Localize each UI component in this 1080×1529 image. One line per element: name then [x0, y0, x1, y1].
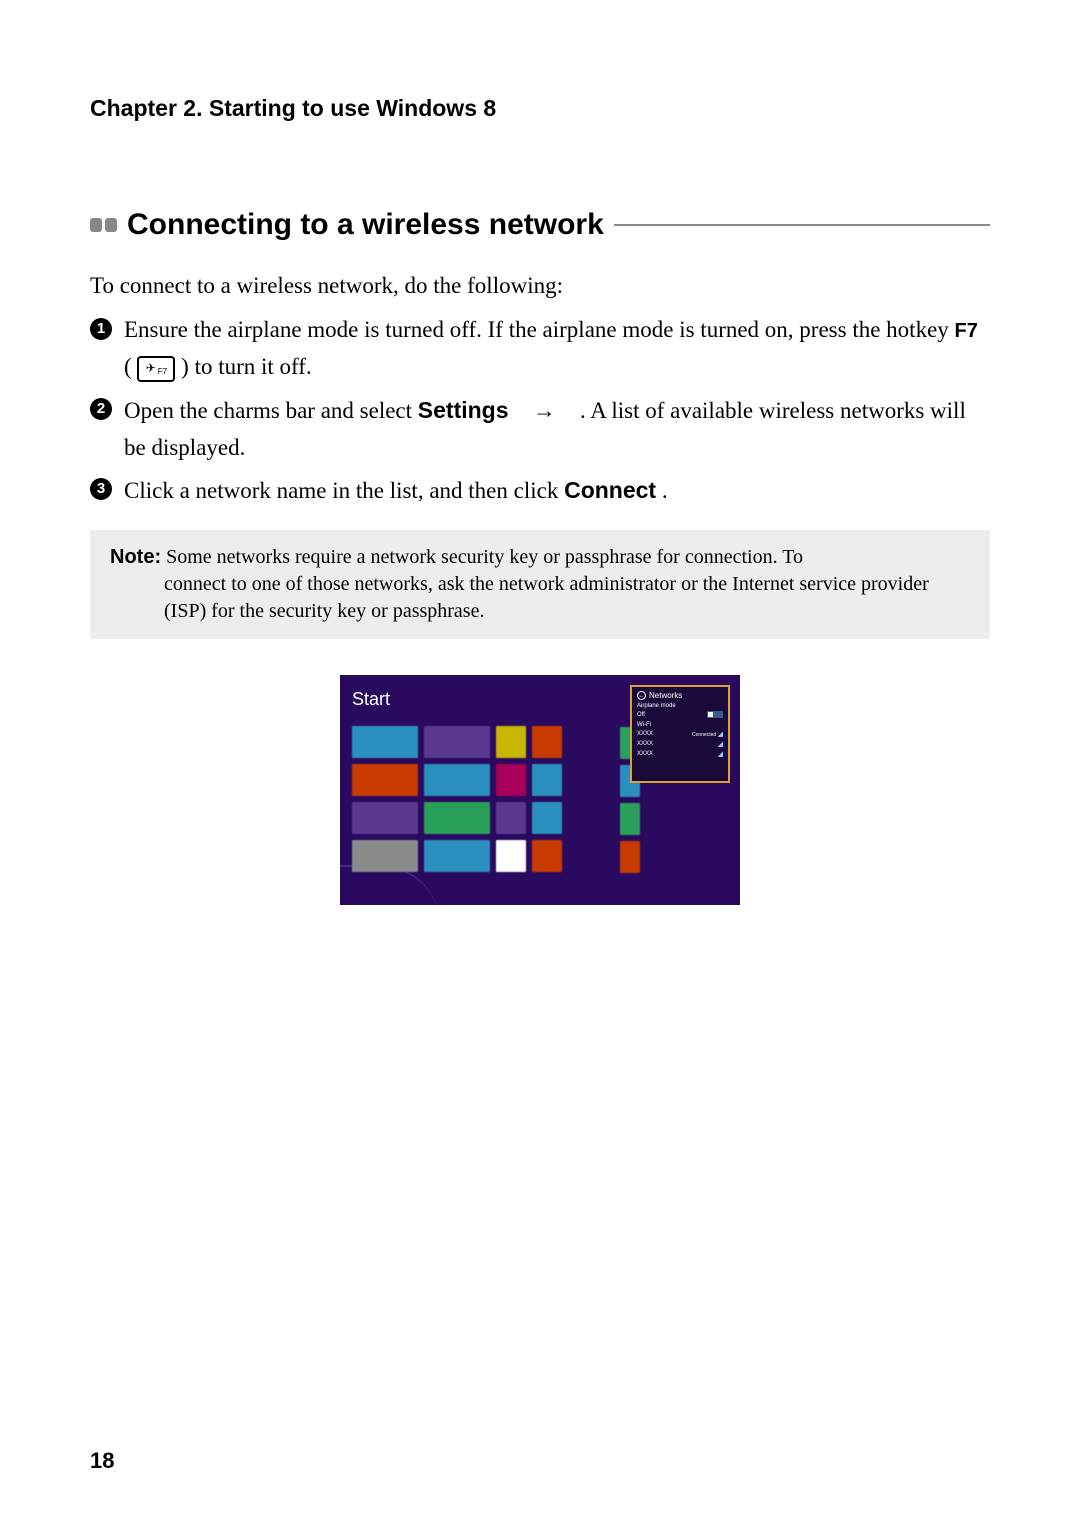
step-1-text-a: Ensure the airplane mode is turned off. …: [124, 317, 955, 342]
airplane-key-icon: ✈ F7: [137, 356, 175, 382]
airplane-mode-state: Off: [637, 712, 645, 718]
network-item: XXXX ◢: [637, 740, 723, 748]
step-list: 1 Ensure the airplane mode is turned off…: [90, 312, 990, 510]
airplane-toggle-icon: [707, 711, 723, 718]
start-tile: [424, 764, 490, 796]
step-1: 1 Ensure the airplane mode is turned off…: [90, 312, 990, 386]
note-text-first: Some networks require a network security…: [161, 546, 803, 568]
tile-row: [352, 840, 618, 872]
start-tile: [352, 764, 418, 796]
start-tile: [352, 840, 418, 872]
section-title: Connecting to a wireless network: [127, 208, 604, 242]
step-1-paren-open: (: [124, 354, 132, 379]
start-tile: [496, 802, 526, 834]
arrow-right-icon: →: [514, 393, 574, 430]
page-number: 18: [90, 1448, 114, 1474]
signal-icon: ◢: [718, 751, 723, 758]
start-tile: [424, 802, 490, 834]
section-rule: [614, 224, 990, 226]
step-1-text-c: ) to turn it off.: [181, 354, 312, 379]
key-fn-label: F7: [158, 366, 167, 379]
step-3-text-a: Click a network name in the list, and th…: [124, 478, 564, 503]
start-screen-label: Start: [352, 689, 618, 710]
networks-panel: ← Networks Airplane mode Off Wi-Fi XXXX C…: [630, 685, 730, 783]
start-tile: [496, 840, 526, 872]
hotkey-f7-label: F7: [955, 320, 978, 342]
start-tile: [532, 726, 562, 758]
tile-row: [352, 764, 618, 796]
back-arrow-icon: ←: [637, 691, 646, 700]
network-name: XXXX: [637, 751, 653, 757]
start-tile: [532, 764, 562, 796]
side-tile: [620, 841, 640, 873]
tile-row: [352, 802, 618, 834]
airplane-icon: ✈: [146, 359, 156, 378]
side-tile: [620, 803, 640, 835]
section-bullet-icon: [90, 218, 117, 232]
start-tile: [352, 726, 418, 758]
figure-wrap: Start ← Networks Airplane mode Off Wi-Fi…: [90, 675, 990, 905]
start-tile: [532, 802, 562, 834]
note-box: Note: Some networks require a network se…: [90, 530, 990, 639]
note-text-rest: connect to one of those networks, ask th…: [110, 571, 970, 625]
start-tile: [496, 726, 526, 758]
signal-icon: ◢: [718, 741, 723, 748]
networks-title: Networks: [649, 691, 682, 700]
windows8-start-screenshot: Start ← Networks Airplane mode Off Wi-Fi…: [340, 675, 740, 905]
note-label: Note:: [110, 546, 161, 568]
step-2-text-a: Open the charms bar and select: [124, 398, 418, 423]
airplane-mode-label: Airplane mode: [637, 703, 676, 709]
signal-icon: ◢: [718, 731, 723, 738]
network-name: XXXX: [637, 731, 653, 737]
start-tile: [424, 726, 490, 758]
step-number-1: 1: [90, 318, 112, 340]
connect-label: Connect: [564, 477, 656, 503]
settings-label: Settings: [418, 397, 509, 423]
network-item: XXXX ◢: [637, 750, 723, 758]
step-3-text-b: .: [662, 478, 668, 503]
start-tile: [352, 802, 418, 834]
step-3: 3 Click a network name in the list, and …: [90, 472, 990, 510]
wifi-section-label: Wi-Fi: [637, 722, 651, 728]
step-number-2: 2: [90, 398, 112, 420]
tile-row: [352, 726, 618, 758]
start-tile: [424, 840, 490, 872]
step-2: 2 Open the charms bar and select Setting…: [90, 392, 990, 467]
network-status: Connected: [692, 732, 718, 738]
chapter-header: Chapter 2. Starting to use Windows 8: [90, 95, 990, 122]
start-tile: [532, 840, 562, 872]
network-item: XXXX Connected ◢: [637, 730, 723, 738]
section-title-row: Connecting to a wireless network: [90, 208, 990, 242]
start-tile: [496, 764, 526, 796]
step-number-3: 3: [90, 478, 112, 500]
intro-text: To connect to a wireless network, do the…: [90, 270, 990, 302]
network-name: XXXX: [637, 741, 653, 747]
